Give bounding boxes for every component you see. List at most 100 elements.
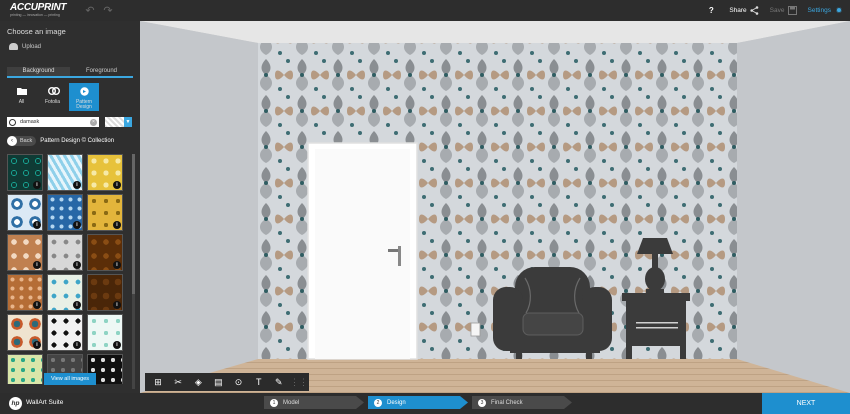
add-icon[interactable]: ⊞: [148, 373, 168, 391]
step-label: Final Check: [491, 399, 523, 406]
room-canvas: ⊞ ✂ ◈ ▤ ⊙ T ✎ ⋮⋮: [140, 21, 850, 393]
upload-button[interactable]: Upload: [9, 43, 41, 50]
folder-icon: [16, 87, 27, 96]
chevron-down-icon: ▼: [124, 117, 132, 127]
grid-icon[interactable]: ⋮⋮: [289, 373, 309, 391]
save-icon[interactable]: [788, 5, 798, 16]
bottom-bar: hp WallArt Suite 1 Model 2 Design 3 Fina…: [0, 393, 850, 414]
redo-icon[interactable]: ↷: [102, 5, 114, 17]
pattern-tile[interactable]: i: [7, 154, 43, 191]
top-bar: ACCUPRINT printing — innovation — printi…: [0, 0, 850, 21]
search-box: ×: [7, 117, 99, 127]
brand-logo: ACCUPRINT printing — innovation — printi…: [10, 2, 67, 19]
settings-button[interactable]: Settings: [808, 7, 832, 14]
source-pattern-design-label: Pattern Design: [75, 99, 93, 110]
crop-icon[interactable]: ✂: [168, 373, 188, 391]
tab-bar: Background Foreground: [7, 67, 133, 78]
step-number: 1: [270, 398, 278, 407]
pattern-tile[interactable]: i: [47, 234, 83, 271]
step-number: 2: [374, 398, 382, 407]
step-model[interactable]: 1 Model: [264, 396, 364, 409]
pattern-tile[interactable]: i: [7, 234, 43, 271]
info-icon[interactable]: i: [73, 261, 81, 269]
step-number: 3: [478, 398, 486, 407]
source-fotolia[interactable]: Fotolia: [38, 83, 67, 111]
search-input[interactable]: [20, 119, 90, 125]
breadcrumb: ‹ Back Pattern Design © Collection: [7, 136, 114, 146]
info-icon[interactable]: i: [33, 341, 41, 349]
brand-name: ACCUPRINT: [10, 2, 67, 13]
source-pattern-design[interactable]: Pattern Design: [69, 83, 99, 111]
step-label: Design: [387, 399, 406, 406]
pattern-grid: i i i i i i i i i i i i i i i: [7, 154, 125, 384]
hp-logo: hp: [9, 397, 22, 410]
gear-icon[interactable]: ✹: [834, 6, 844, 16]
pattern-tile[interactable]: [7, 354, 43, 384]
info-icon[interactable]: i: [33, 261, 41, 269]
view-all-images-button[interactable]: View all images: [44, 373, 96, 385]
save-button[interactable]: Save: [770, 7, 785, 14]
info-icon[interactable]: i: [113, 261, 121, 269]
clear-search-icon[interactable]: ×: [90, 118, 97, 126]
share-button[interactable]: Share: [729, 7, 746, 14]
step-label: Model: [283, 399, 300, 406]
pattern-tile[interactable]: i: [87, 314, 123, 351]
help-button[interactable]: ?: [705, 6, 717, 15]
scrollbar-thumb[interactable]: [132, 154, 135, 294]
pattern-tile[interactable]: i: [47, 194, 83, 231]
app-window: ACCUPRINT printing — innovation — printi…: [0, 0, 850, 414]
pattern-tile[interactable]: i: [87, 274, 123, 311]
pattern-tile[interactable]: i: [7, 274, 43, 311]
text-icon[interactable]: T: [249, 373, 269, 391]
image-sources: All Fotolia Pattern Design: [7, 83, 99, 111]
source-all[interactable]: All: [7, 83, 36, 111]
next-button[interactable]: NEXT: [762, 393, 850, 414]
tab-background[interactable]: Background: [7, 67, 70, 76]
design-toolbar: ⊞ ✂ ◈ ▤ ⊙ T ✎ ⋮⋮: [145, 373, 309, 391]
fotolia-icon: [47, 87, 60, 96]
pattern-tile[interactable]: i: [7, 194, 43, 231]
info-icon[interactable]: i: [113, 221, 121, 229]
step-design[interactable]: 2 Design: [368, 396, 468, 409]
pattern-tile[interactable]: i: [7, 314, 43, 351]
pattern-tile[interactable]: i: [47, 154, 83, 191]
info-icon[interactable]: i: [73, 341, 81, 349]
edit-icon[interactable]: ✎: [269, 373, 289, 391]
upload-label: Upload: [22, 43, 42, 50]
step-progress: 1 Model 2 Design 3 Final Check: [264, 396, 576, 409]
info-icon[interactable]: i: [33, 221, 41, 229]
back-arrow-icon: ‹: [7, 136, 17, 146]
print-icon[interactable]: ▤: [208, 373, 228, 391]
sidebar: Choose an image Upload Background Foregr…: [0, 21, 140, 393]
info-icon[interactable]: i: [113, 301, 121, 309]
step-final-check[interactable]: 3 Final Check: [472, 396, 572, 409]
info-icon[interactable]: i: [73, 301, 81, 309]
pattern-tile[interactable]: i: [47, 314, 83, 351]
info-icon[interactable]: i: [33, 301, 41, 309]
brand-tagline: printing — innovation — printing: [10, 13, 60, 17]
info-icon[interactable]: i: [113, 181, 121, 189]
pattern-design-icon: [79, 87, 89, 96]
fill-mode-dropdown[interactable]: ▼: [105, 117, 132, 127]
pattern-tile[interactable]: i: [87, 194, 123, 231]
cloud-upload-icon: [9, 43, 18, 50]
info-icon[interactable]: i: [113, 341, 121, 349]
pattern-tile[interactable]: i: [47, 274, 83, 311]
source-fotolia-label: Fotolia: [44, 99, 60, 105]
undo-icon[interactable]: ↶: [84, 5, 96, 17]
fill-pattern-swatch: [105, 117, 124, 127]
info-icon[interactable]: i: [73, 221, 81, 229]
search-icon: [9, 118, 16, 126]
back-label: Back: [20, 138, 33, 144]
info-icon[interactable]: i: [73, 181, 81, 189]
pattern-tile[interactable]: i: [87, 154, 123, 191]
collection-title: Pattern Design © Collection: [40, 138, 115, 144]
pattern-tile[interactable]: i: [87, 234, 123, 271]
tab-foreground[interactable]: Foreground: [70, 67, 133, 76]
back-button[interactable]: ‹ Back: [7, 136, 37, 146]
zoom-icon[interactable]: ⊙: [229, 373, 249, 391]
info-icon[interactable]: i: [33, 181, 41, 189]
share-icon[interactable]: [750, 5, 760, 16]
fill-icon[interactable]: ◈: [188, 373, 208, 391]
room-preview[interactable]: [140, 21, 850, 393]
